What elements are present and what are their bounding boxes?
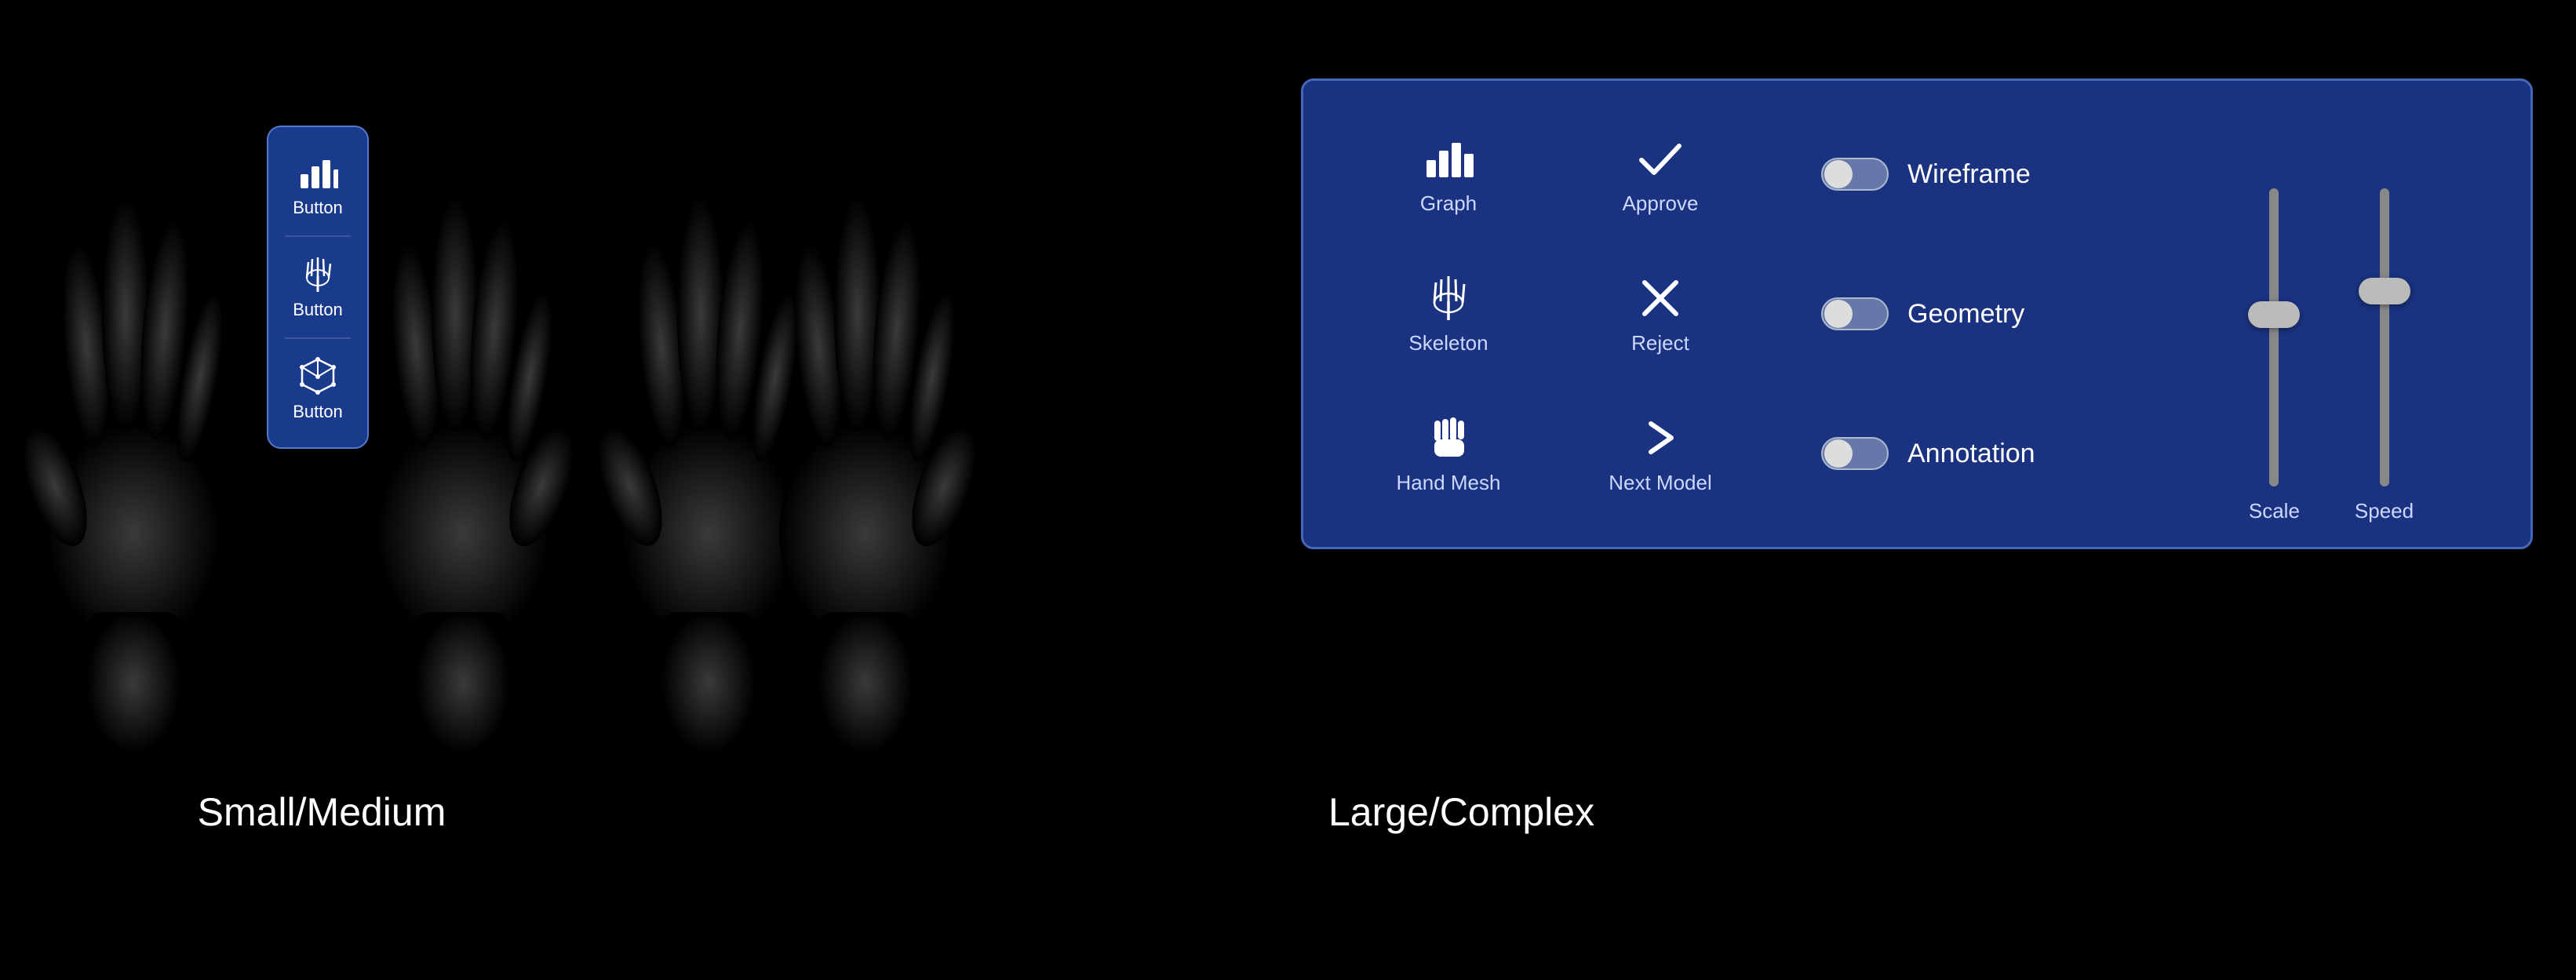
graph-item[interactable]: Graph <box>1343 104 1554 244</box>
next-model-icon <box>1635 413 1685 463</box>
hand-right-sm <box>353 47 573 773</box>
small-medium-section: Button Button <box>0 0 643 980</box>
large-complex-label: Large/Complex <box>1328 789 1594 835</box>
icon-grid: Graph Approve <box>1303 81 1805 547</box>
annotation-label: Annotation <box>1907 439 2035 469</box>
reject-item[interactable]: Reject <box>1554 244 1766 384</box>
graph-label: Graph <box>1420 191 1477 216</box>
sliders-track-area: Scale Speed <box>2249 162 2414 523</box>
speed-slider-thumb[interactable] <box>2359 278 2410 304</box>
hand-large-front-svg <box>756 47 975 769</box>
scale-slider-container: Scale <box>2249 162 2300 523</box>
approve-label: Approve <box>1623 191 1699 216</box>
wireframe-toggle-row: Wireframe <box>1821 158 2182 191</box>
annotation-toggle[interactable] <box>1821 437 1889 470</box>
hand-mesh-label: Hand Mesh <box>1397 471 1501 495</box>
small-medium-panel: Button Button <box>267 126 369 449</box>
scale-slider-track <box>2269 188 2279 486</box>
large-complex-panel: Graph Approve <box>1301 78 2533 549</box>
reject-label: Reject <box>1631 331 1689 355</box>
hand-mesh-item[interactable]: Hand Mesh <box>1343 384 1554 523</box>
hand-mesh-icon <box>1423 413 1474 463</box>
large-complex-section: Graph Approve <box>575 0 2576 980</box>
hand-back-svg <box>24 47 243 769</box>
bar-chart-icon <box>297 152 338 193</box>
wireframe-toggle[interactable] <box>1821 158 1889 191</box>
panel-button-skeleton[interactable]: Button <box>276 245 359 330</box>
geometry-label: Geometry <box>1907 299 2024 330</box>
panel-button-graph[interactable]: Button <box>276 143 359 228</box>
skeleton-label: Skeleton <box>1408 331 1488 355</box>
graph-icon <box>1423 133 1474 184</box>
hand-front-sm-svg <box>353 47 573 769</box>
geometry-toggle-row: Geometry <box>1821 297 2182 330</box>
annotation-toggle-row: Annotation <box>1821 437 2182 470</box>
approve-item[interactable]: Approve <box>1554 104 1766 244</box>
hand-left-back <box>24 47 243 773</box>
speed-slider-track <box>2380 188 2389 486</box>
speed-slider-label: Speed <box>2355 499 2414 523</box>
cube-network-icon <box>297 356 338 397</box>
hand-large-front <box>756 47 975 773</box>
panel-button-graph-label: Button <box>293 198 343 218</box>
wireframe-label: Wireframe <box>1907 159 2031 190</box>
skeleton-hand-icon <box>297 254 338 295</box>
next-model-label: Next Model <box>1609 471 1712 495</box>
reject-icon <box>1635 273 1685 323</box>
skeleton-item[interactable]: Skeleton <box>1343 244 1554 384</box>
panel-button-cube-label: Button <box>293 402 343 422</box>
panel-button-cube[interactable]: Button <box>276 347 359 432</box>
scale-slider-label: Scale <box>2249 499 2300 523</box>
scale-slider-thumb[interactable] <box>2248 301 2300 328</box>
geometry-toggle[interactable] <box>1821 297 1889 330</box>
skeleton-hand-lg-icon <box>1423 273 1474 323</box>
next-model-item[interactable]: Next Model <box>1554 384 1766 523</box>
panel-button-skeleton-label: Button <box>293 300 343 320</box>
small-medium-label: Small/Medium <box>198 789 446 835</box>
sliders-section: Scale Speed <box>2198 81 2480 547</box>
toggles-column: Wireframe Geometry Annotation <box>1805 81 2198 547</box>
approve-icon <box>1635 133 1685 184</box>
speed-slider-container: Speed <box>2355 162 2414 523</box>
main-scene: Button Button <box>0 0 2576 980</box>
